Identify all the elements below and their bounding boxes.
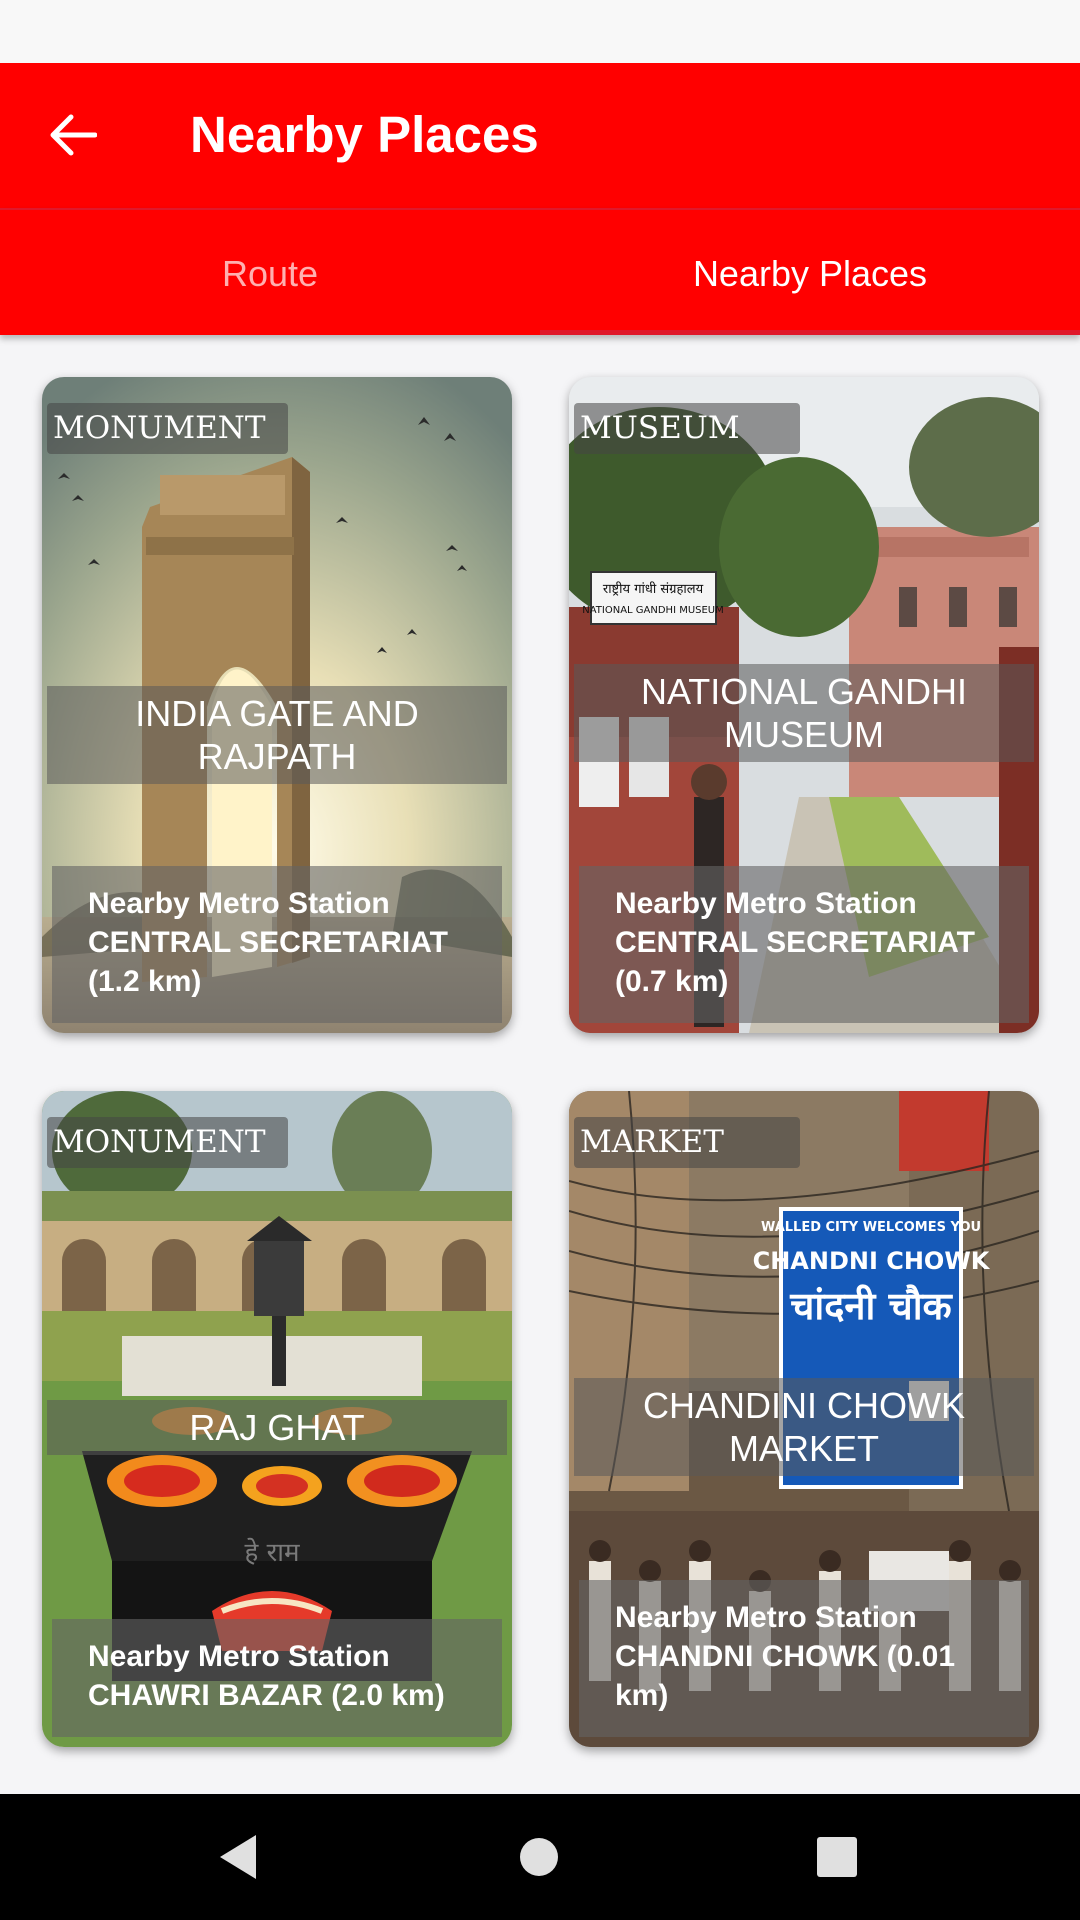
nav-home-button[interactable] bbox=[509, 1827, 569, 1887]
triangle-back-icon bbox=[220, 1835, 256, 1879]
svg-text:चांदनी चौक: चांदनी चौक bbox=[789, 1284, 953, 1328]
arrow-left-icon bbox=[50, 114, 97, 156]
tab-indicator bbox=[540, 330, 1080, 335]
place-name: NATIONAL GANDHI MUSEUM bbox=[574, 664, 1034, 762]
metro-label: Nearby Metro Station bbox=[615, 1601, 917, 1634]
place-name: RAJ GHAT bbox=[47, 1400, 507, 1455]
metro-label: Nearby Metro Station bbox=[615, 887, 917, 920]
place-card-raj-ghat[interactable]: हे राम MONUMENT RAJ GHAT Nearby Metro St… bbox=[42, 1091, 512, 1747]
tab-bar: Route Nearby Places bbox=[0, 208, 1080, 335]
nav-back-button[interactable] bbox=[208, 1827, 268, 1887]
app-bar: Nearby Places bbox=[0, 63, 1080, 208]
category-badge: MUSEUM bbox=[574, 403, 800, 454]
metro-value: CENTRAL SECRETARIAT (1.2 km) bbox=[88, 926, 448, 998]
back-button[interactable] bbox=[30, 100, 116, 170]
svg-text:CHANDNI CHOWK: CHANDNI CHOWK bbox=[753, 1247, 991, 1275]
category-badge: MARKET bbox=[574, 1117, 800, 1168]
nav-recents-button[interactable] bbox=[807, 1827, 867, 1887]
place-card-gandhi-museum[interactable]: राष्ट्रीय गांधी संग्रहालय NATIONAL GANDH… bbox=[569, 377, 1039, 1033]
metro-label: Nearby Metro Station bbox=[88, 887, 390, 920]
nearby-metro-info: Nearby Metro Station CHAWRI BAZAR (2.0 k… bbox=[52, 1619, 502, 1737]
category-badge: MONUMENT bbox=[47, 1117, 288, 1168]
square-recents-icon bbox=[817, 1837, 857, 1877]
svg-text:राष्ट्रीय गांधी संग्रहालय: राष्ट्रीय गांधी संग्रहालय bbox=[603, 581, 704, 597]
place-name: INDIA GATE AND RAJPATH bbox=[47, 686, 507, 784]
svg-text:हे राम: हे राम bbox=[245, 1537, 300, 1568]
nearby-metro-info: Nearby Metro Station CHANDNI CHOWK (0.01… bbox=[579, 1580, 1029, 1737]
nearby-metro-info: Nearby Metro Station CENTRAL SECRETARIAT… bbox=[579, 866, 1029, 1023]
metro-label: Nearby Metro Station bbox=[88, 1640, 390, 1673]
system-nav-bar bbox=[0, 1794, 1080, 1920]
metro-value: CENTRAL SECRETARIAT (0.7 km) bbox=[615, 926, 975, 998]
category-badge: MONUMENT bbox=[47, 403, 288, 454]
status-bar bbox=[0, 0, 1080, 63]
place-card-india-gate[interactable]: MONUMENT INDIA GATE AND RAJPATH Nearby M… bbox=[42, 377, 512, 1033]
nearby-metro-info: Nearby Metro Station CENTRAL SECRETARIAT… bbox=[52, 866, 502, 1023]
place-card-chandni-chowk[interactable]: WALLED CITY WELCOMES YOU CHANDNI CHOWK च… bbox=[569, 1091, 1039, 1747]
page-title: Nearby Places bbox=[190, 106, 539, 163]
metro-value: CHAWRI BAZAR (2.0 km) bbox=[88, 1679, 445, 1712]
svg-text:NATIONAL GANDHI MUSEUM: NATIONAL GANDHI MUSEUM bbox=[582, 605, 724, 616]
metro-value: CHANDNI CHOWK (0.01 km) bbox=[615, 1640, 956, 1712]
place-name: CHANDINI CHOWK MARKET bbox=[574, 1378, 1034, 1476]
circle-home-icon bbox=[520, 1838, 558, 1876]
tab-route[interactable]: Route bbox=[0, 210, 540, 337]
svg-text:WALLED CITY WELCOMES YOU: WALLED CITY WELCOMES YOU bbox=[761, 1220, 981, 1235]
tab-nearby-places[interactable]: Nearby Places bbox=[540, 210, 1080, 337]
